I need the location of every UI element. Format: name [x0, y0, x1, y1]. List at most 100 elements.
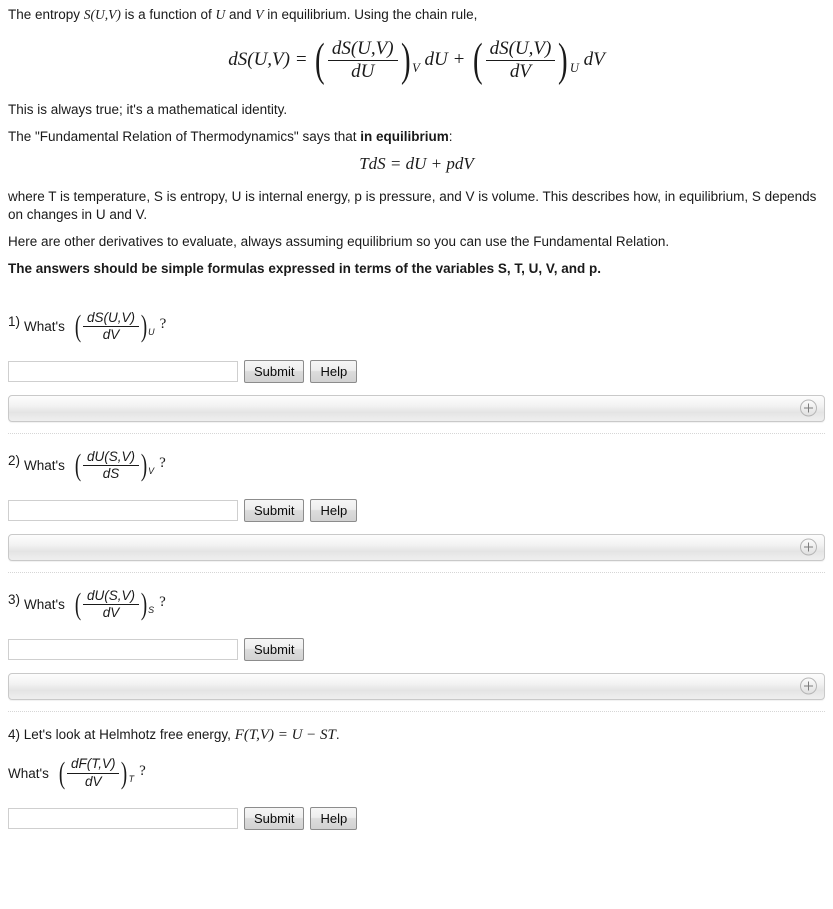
question-1-help-button[interactable]: Help	[310, 359, 358, 383]
question-4-label: What's	[8, 765, 49, 781]
fraction-1-denominator: dU	[351, 60, 375, 82]
question-3-qmark: ?	[159, 593, 166, 610]
question-4-lead-math: F(T,V) = U − ST	[234, 726, 336, 743]
question-2-subscript: V	[148, 465, 155, 476]
plus-icon[interactable]	[800, 399, 817, 417]
question-3-numerator: dU(S,V)	[82, 588, 139, 605]
chain-rule-term-2-tail: dV	[583, 48, 605, 70]
question-1-separator	[8, 432, 825, 434]
question-2-number: 2)	[8, 452, 21, 468]
chain-rule-term-1: (dS(U,V) dU) V	[312, 34, 419, 87]
fundamental-relation-text: The "Fundamental Relation of Thermodynam…	[8, 128, 825, 146]
fraction-1-subscript: V	[412, 60, 420, 75]
derivatives-instruction: Here are other derivatives to evaluate, …	[8, 233, 670, 249]
question-3-fraction: dU(S,V) dV	[82, 588, 139, 620]
fraction-2: dS(U,V) dV	[485, 39, 556, 82]
question-4-math: (dF(T,V) dV)T	[57, 756, 134, 791]
plus-icon[interactable]	[800, 677, 817, 695]
intro-text-b: is a function of	[120, 7, 216, 22]
question-1-fraction: dS(U,V) dV	[82, 310, 139, 342]
chain-rule-equation: dS(U,V) = (dS(U,V) dU) V dU + (dS(U,V) dV) U…	[8, 34, 825, 87]
chain-rule-equals: =	[294, 48, 308, 70]
right-paren-2: )	[558, 34, 568, 86]
right-paren-1: )	[400, 34, 411, 86]
question-block-1: 1) What's (dS(U,V) dV)U ? Submit Help	[8, 309, 825, 434]
question-4-answer-input[interactable]	[8, 807, 238, 829]
chain-rule-term-1-tail: dU	[424, 48, 448, 70]
right-paren: )	[140, 447, 148, 482]
question-4-lead-period: .	[335, 726, 340, 742]
question-2-separator	[8, 571, 825, 573]
question-3-label: What's	[24, 596, 65, 612]
left-paren: (	[74, 308, 82, 343]
left-paren-1: (	[315, 34, 325, 86]
intro-chain-rule-text: The entropy S(U,V) is a function of U an…	[8, 6, 825, 24]
question-1-answer-row: Submit Help	[8, 359, 825, 383]
fundamental-text-b: :	[448, 128, 453, 144]
question-2-prompt-line: 2) What's (dU(S,V) dS)V ?	[8, 448, 825, 483]
fundamental-bold: in equilibrium	[360, 128, 449, 144]
question-1-submit-button[interactable]: Submit	[244, 359, 305, 383]
question-1-prompt-line: 1) What's (dS(U,V) dV)U ?	[8, 309, 825, 344]
fundamental-text-a: The "Fundamental Relation of Thermodynam…	[8, 128, 361, 144]
answers-format-note: The answers should be simple formulas ex…	[8, 260, 601, 276]
question-2-feedback-bar[interactable]	[8, 533, 825, 561]
question-1-number: 1)	[8, 313, 21, 329]
intro-text-d: in equilibrium. Using the chain rule,	[263, 7, 478, 22]
question-4-submit-button[interactable]: Submit	[244, 806, 305, 830]
question-1-numerator: dS(U,V)	[82, 310, 139, 327]
right-paren: )	[140, 586, 148, 621]
question-2-help-button[interactable]: Help	[310, 498, 358, 522]
left-paren: (	[74, 586, 82, 621]
question-3-math: (dU(S,V) dV)S	[73, 587, 154, 622]
question-2-answer-input[interactable]	[8, 499, 238, 521]
question-4-fraction: dF(T,V) dV	[66, 757, 120, 789]
question-2-qmark: ?	[159, 454, 166, 471]
question-1-subscript: U	[148, 326, 155, 337]
chain-rule-plus: +	[452, 48, 466, 70]
question-2-answer-row: Submit Help	[8, 498, 825, 522]
worksheet-page: The entropy S(U,V) is a function of U an…	[0, 0, 833, 830]
question-4-denominator: dV	[84, 773, 102, 789]
question-4-numerator: dF(T,V)	[66, 757, 120, 774]
question-3-answer-input[interactable]	[8, 638, 238, 660]
fraction-1-numerator: dS(U,V)	[327, 39, 398, 61]
fraction-2-denominator: dV	[509, 60, 531, 82]
question-2-denominator: dS	[102, 465, 120, 481]
question-4-answer-row: Submit Help	[8, 806, 825, 830]
question-3-prompt-line: 3) What's (dU(S,V) dV)S ?	[8, 587, 825, 622]
chain-rule-term-2: (dS(U,V) dV) U	[470, 34, 579, 87]
fundamental-relation-equation: TdS = dU + pdV	[359, 153, 474, 173]
question-4-lead-line: 4) Let's look at Helmhotz free energy, F…	[8, 726, 825, 746]
question-4-prompt-line: What's (dF(T,V) dV)T ?	[8, 756, 825, 791]
question-3-answer-row: Submit	[8, 637, 825, 661]
question-2-label: What's	[24, 457, 65, 473]
question-1-answer-input[interactable]	[8, 360, 238, 382]
question-1-feedback-bar[interactable]	[8, 394, 825, 422]
fraction-1: dS(U,V) dU	[327, 39, 398, 82]
question-4-qmark: ?	[139, 762, 146, 779]
plus-icon[interactable]	[800, 538, 817, 556]
intro-entropy-math: S(U,V)	[83, 7, 121, 22]
intro-u-math: U	[215, 7, 226, 22]
left-paren-2: (	[472, 34, 483, 86]
question-2-fraction: dU(S,V) dS	[82, 449, 139, 481]
question-1-qmark: ?	[159, 315, 167, 332]
fraction-2-subscript: U	[569, 60, 579, 75]
fraction-2-numerator: dS(U,V)	[485, 39, 556, 61]
question-4-help-button[interactable]: Help	[310, 806, 358, 830]
question-block-4: 4) Let's look at Helmhotz free energy, F…	[8, 726, 825, 830]
question-3-submit-button[interactable]: Submit	[244, 637, 305, 661]
right-paren: )	[140, 308, 148, 343]
question-3-denominator: dV	[102, 604, 120, 620]
chain-rule-lhs: dS(U,V)	[228, 48, 290, 70]
question-2-numerator: dU(S,V)	[82, 449, 139, 466]
question-1-label: What's	[24, 318, 65, 334]
question-3-feedback-bar[interactable]	[8, 672, 825, 700]
question-1-math: (dS(U,V) dV)U	[73, 309, 155, 344]
question-3-number: 3)	[8, 591, 21, 607]
question-4-subscript: T	[128, 773, 135, 784]
question-2-submit-button[interactable]: Submit	[244, 498, 305, 522]
left-paren: (	[74, 447, 82, 482]
